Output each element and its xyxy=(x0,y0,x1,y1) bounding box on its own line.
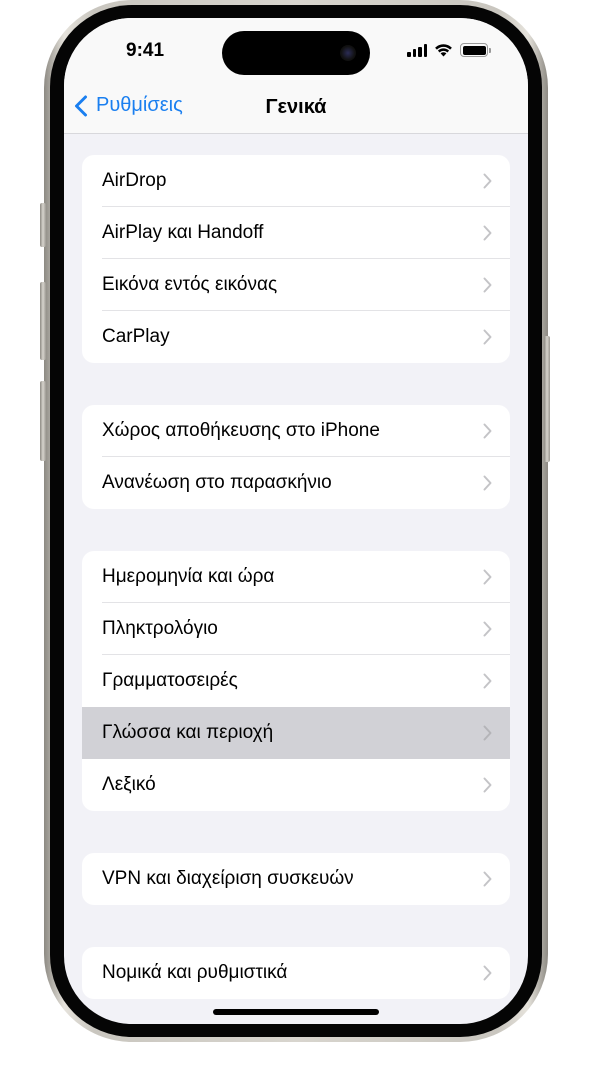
settings-group: Νομικά και ρυθμιστικά xyxy=(82,947,510,999)
settings-row-fonts[interactable]: Γραμματοσειρές xyxy=(82,655,510,707)
settings-row-airplay-handoff[interactable]: AirPlay και Handoff xyxy=(82,207,510,259)
row-label: Λεξικό xyxy=(102,774,156,795)
home-indicator[interactable] xyxy=(213,1009,379,1015)
settings-row-language-region[interactable]: Γλώσσα και περιοχή xyxy=(82,707,510,759)
battery-icon xyxy=(460,43,491,57)
front-camera-icon xyxy=(340,45,356,61)
chevron-right-icon xyxy=(483,777,492,793)
row-label: Γραμματοσειρές xyxy=(102,670,238,691)
settings-row-keyboard[interactable]: Πληκτρολόγιο xyxy=(82,603,510,655)
chevron-right-icon xyxy=(483,277,492,293)
settings-group: AirDrop AirPlay και Handoff Εικόνα εντός… xyxy=(82,155,510,363)
side-button xyxy=(544,336,550,462)
row-label: CarPlay xyxy=(102,326,170,347)
settings-group: Χώρος αποθήκευσης στο iPhone Ανανέωση στ… xyxy=(82,405,510,509)
row-label: Γλώσσα και περιοχή xyxy=(102,722,274,743)
settings-row-airdrop[interactable]: AirDrop xyxy=(82,155,510,207)
chevron-right-icon xyxy=(483,725,492,741)
chevron-right-icon xyxy=(483,965,492,981)
settings-row-carplay[interactable]: CarPlay xyxy=(82,311,510,363)
wifi-icon xyxy=(435,44,452,57)
cellular-signal-icon xyxy=(407,43,427,57)
chevron-right-icon xyxy=(483,673,492,689)
status-icons xyxy=(407,43,491,57)
settings-row-legal-regulatory[interactable]: Νομικά και ρυθμιστικά xyxy=(82,947,510,999)
row-label: Νομικά και ρυθμιστικά xyxy=(102,962,288,983)
chevron-right-icon xyxy=(483,475,492,491)
chevron-right-icon xyxy=(483,329,492,345)
chevron-right-icon xyxy=(483,569,492,585)
volume-up-button xyxy=(40,282,46,360)
row-label: AirPlay και Handoff xyxy=(102,222,264,243)
settings-row-picture-in-picture[interactable]: Εικόνα εντός εικόνας xyxy=(82,259,510,311)
chevron-right-icon xyxy=(483,173,492,189)
settings-row-background-refresh[interactable]: Ανανέωση στο παρασκήνιο xyxy=(82,457,510,509)
navigation-bar: 9:41 Ρυθμίσεις Γενικά xyxy=(64,18,528,134)
chevron-right-icon xyxy=(483,225,492,241)
row-label: Ημερομηνία και ώρα xyxy=(102,566,275,587)
status-time: 9:41 xyxy=(126,40,165,61)
settings-row-date-time[interactable]: Ημερομηνία και ώρα xyxy=(82,551,510,603)
settings-list: AirDrop AirPlay και Handoff Εικόνα εντός… xyxy=(82,155,510,999)
dynamic-island xyxy=(222,31,370,75)
chevron-right-icon xyxy=(483,423,492,439)
row-label: Ανανέωση στο παρασκήνιο xyxy=(102,472,332,493)
row-label: Πληκτρολόγιο xyxy=(102,618,218,639)
settings-group: VPN και διαχείριση συσκευών xyxy=(82,853,510,905)
settings-row-dictionary[interactable]: Λεξικό xyxy=(82,759,510,811)
settings-row-iphone-storage[interactable]: Χώρος αποθήκευσης στο iPhone xyxy=(82,405,510,457)
row-label: AirDrop xyxy=(102,170,167,191)
action-button xyxy=(40,203,46,247)
row-label: Χώρος αποθήκευσης στο iPhone xyxy=(102,420,380,441)
page-title: Γενικά xyxy=(265,96,327,118)
chevron-right-icon xyxy=(483,621,492,637)
chevron-right-icon xyxy=(483,871,492,887)
phone-screen: 9:41 Ρυθμίσεις Γενικά AirDrop AirPlay κα… xyxy=(64,18,528,1024)
settings-row-vpn-device-management[interactable]: VPN και διαχείριση συσκευών xyxy=(82,853,510,905)
settings-group: Ημερομηνία και ώρα Πληκτρολόγιο Γραμματο… xyxy=(82,551,510,811)
row-label: Εικόνα εντός εικόνας xyxy=(102,274,278,295)
volume-down-button xyxy=(40,381,46,461)
row-label: VPN και διαχείριση συσκευών xyxy=(102,868,354,889)
